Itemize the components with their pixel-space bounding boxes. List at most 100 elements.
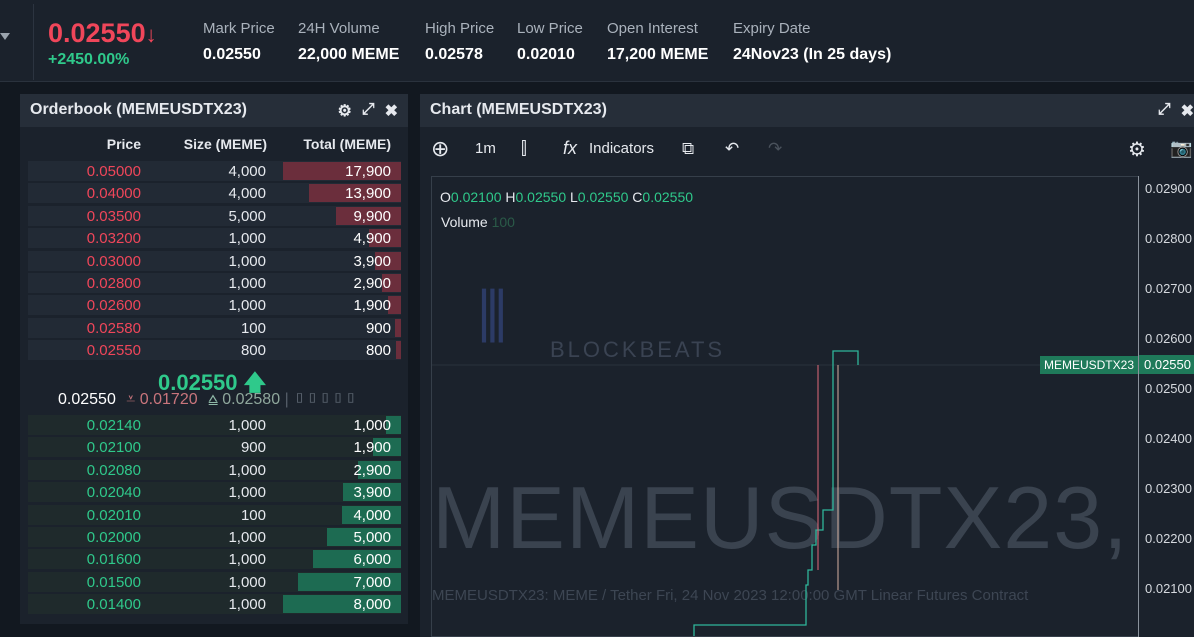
row-price: 0.05000 bbox=[86, 163, 141, 180]
row-total: 3,900 bbox=[353, 484, 391, 502]
chart-plot[interactable]: ⦀ BLOCKBEATS MEMEUSDTX23, 1 MEMEUSDTX23:… bbox=[431, 176, 1138, 637]
symbol-price-label: MEMEUSDTX23 bbox=[1039, 356, 1138, 374]
undo-icon[interactable]: ↶ bbox=[725, 139, 739, 159]
row-total: 7,000 bbox=[353, 573, 391, 591]
row-total: 9,900 bbox=[353, 207, 391, 225]
row-size: 1,000 bbox=[228, 596, 266, 614]
orderbook-header: Orderbook (MEMEUSDTX23) ⚙ ⤢ ✖ bbox=[20, 94, 408, 127]
stat-value: 0.02578 bbox=[425, 46, 483, 63]
row-total: 5,000 bbox=[353, 529, 391, 546]
stat-value: 17,200 MEME bbox=[607, 46, 709, 63]
gear-icon[interactable]: ⚙ bbox=[337, 101, 351, 121]
y-tick: 0.02900 bbox=[1145, 181, 1192, 196]
row-price: 0.02100 bbox=[86, 439, 141, 457]
ask-row[interactable]: 0.03000 1,000 3,900 bbox=[28, 250, 401, 271]
ticker-bar: 0.02550↓ +2450.00% Mark Price 0.02550 24H … bbox=[0, 0, 1194, 82]
ask-row[interactable]: 0.03500 5,000 9,900 bbox=[28, 205, 401, 226]
external-link-icon[interactable]: ⧉ bbox=[682, 139, 694, 159]
price-axis[interactable]: 0.02900 0.02800 0.02700 0.02600 0.02500 0.024… bbox=[1138, 176, 1194, 637]
row-price: 0.02040 bbox=[86, 484, 141, 502]
row-total: 4,000 bbox=[353, 506, 391, 524]
y-tick: 0.02700 bbox=[1145, 281, 1192, 296]
bid-row[interactable]: 0.01600 1,000 6,000 bbox=[28, 549, 401, 570]
camera-icon[interactable]: 📷 bbox=[1170, 138, 1192, 159]
ask-row[interactable]: 0.02600 1,000 1,900 bbox=[28, 295, 401, 316]
low-value: 0.02550 bbox=[577, 189, 629, 205]
row-total: 1,900 bbox=[353, 439, 391, 457]
row-price: 0.02550 bbox=[86, 342, 141, 360]
stat-value: 0.02550 bbox=[203, 46, 261, 63]
bid-row[interactable]: 0.02040 1,000 3,900 bbox=[28, 482, 401, 503]
add-icon[interactable]: ⊕ bbox=[431, 136, 449, 162]
stat-label: 24H Volume bbox=[298, 20, 380, 37]
mark-price: 0.02550 bbox=[58, 391, 116, 408]
ask-row[interactable]: 0.04000 4,000 13,900 bbox=[28, 183, 401, 204]
y-tick: 0.02200 bbox=[1145, 531, 1192, 546]
settings-icon[interactable]: ⚙ bbox=[1128, 137, 1146, 162]
volume-legend: Volume 100 bbox=[441, 214, 515, 230]
ask-row[interactable]: 0.02550 800 800 bbox=[28, 340, 401, 361]
function-icon[interactable]: fx bbox=[563, 138, 577, 159]
close-icon[interactable]: ✖ bbox=[385, 101, 398, 121]
ask-row[interactable]: 0.02580 100 900 bbox=[28, 317, 401, 338]
row-size: 1,000 bbox=[228, 551, 266, 569]
row-price: 0.03000 bbox=[86, 252, 141, 270]
row-price: 0.02600 bbox=[86, 297, 141, 315]
last-price-value: 0.02550 bbox=[48, 18, 146, 48]
row-total: 900 bbox=[365, 319, 391, 337]
row-total: 2,900 bbox=[353, 275, 391, 292]
bid-row[interactable]: 0.02010 100 4,000 bbox=[28, 504, 401, 525]
row-total: 2,900 bbox=[353, 461, 391, 479]
bid-row[interactable]: 0.01500 1,000 7,000 bbox=[28, 571, 401, 592]
low-price: 0.01720 bbox=[139, 391, 198, 408]
bid-row[interactable]: 0.02100 900 1,900 bbox=[28, 437, 401, 458]
row-price: 0.02580 bbox=[86, 319, 141, 337]
market-dropdown-caret-icon[interactable] bbox=[0, 33, 10, 40]
row-price: 0.03500 bbox=[86, 207, 141, 225]
row-size: 1,000 bbox=[228, 297, 266, 315]
row-size: 1,000 bbox=[228, 230, 266, 248]
interval-button[interactable]: 1m bbox=[475, 140, 496, 157]
indicators-button[interactable]: Indicators bbox=[589, 140, 654, 157]
col-total: Total (MEME) bbox=[303, 136, 391, 152]
row-price: 0.02800 bbox=[86, 275, 141, 292]
expand-icon[interactable]: ⤢ bbox=[362, 101, 375, 121]
bid-row[interactable]: 0.02140 1,000 1,000 bbox=[28, 415, 401, 435]
row-size: 5,000 bbox=[228, 207, 266, 225]
y-tick: 0.02100 bbox=[1145, 581, 1192, 596]
stat-item: High Price 0.02578 bbox=[425, 20, 494, 64]
y-tick: 0.02300 bbox=[1145, 481, 1192, 496]
price-summary: 0.02550 ⩡ 0.01720 ⩠ 0.02580 | ▯▯▯▯▯ bbox=[58, 391, 357, 409]
bid-row[interactable]: 0.02000 1,000 5,000 bbox=[28, 527, 401, 547]
ask-row[interactable]: 0.02800 1,000 2,900 bbox=[28, 273, 401, 293]
row-size: 1,000 bbox=[228, 573, 266, 591]
stat-value: 22,000 MEME bbox=[298, 46, 400, 63]
expand-icon[interactable]: ⤢ bbox=[1158, 101, 1171, 121]
close-value: 0.02550 bbox=[642, 189, 694, 205]
ask-row[interactable]: 0.05000 4,000 17,900 bbox=[28, 161, 401, 181]
row-total: 3,900 bbox=[353, 252, 391, 270]
stat-label: Open Interest bbox=[607, 20, 698, 37]
ask-row[interactable]: 0.03200 1,000 4,900 bbox=[28, 228, 401, 249]
redo-icon[interactable]: ↷ bbox=[768, 139, 782, 159]
bid-row[interactable]: 0.02080 1,000 2,900 bbox=[28, 459, 401, 480]
row-price: 0.02080 bbox=[86, 461, 141, 479]
row-size: 1,000 bbox=[228, 417, 266, 434]
high-icon: ⩠ bbox=[208, 391, 218, 408]
row-price: 0.01500 bbox=[86, 573, 141, 591]
row-size: 100 bbox=[240, 506, 266, 524]
high-price: 0.02580 bbox=[222, 391, 281, 408]
close-icon[interactable]: ✖ bbox=[1181, 101, 1194, 121]
high-value: 0.02550 bbox=[515, 189, 567, 205]
row-price: 0.01400 bbox=[86, 596, 141, 614]
row-total: 17,900 bbox=[345, 163, 391, 180]
bid-row[interactable]: 0.01400 1,000 8,000 bbox=[28, 594, 401, 615]
col-price: Price bbox=[106, 136, 141, 152]
row-price: 0.04000 bbox=[86, 185, 141, 203]
row-size: 1,000 bbox=[228, 484, 266, 502]
chart-header: Chart (MEMEUSDTX23) ⤢ ✖ bbox=[420, 94, 1194, 127]
stat-value: 0.02010 bbox=[517, 46, 575, 63]
candle-type-icon[interactable]: ⫿ bbox=[521, 138, 527, 159]
row-size: 4,000 bbox=[228, 163, 266, 180]
row-price: 0.03200 bbox=[86, 230, 141, 248]
